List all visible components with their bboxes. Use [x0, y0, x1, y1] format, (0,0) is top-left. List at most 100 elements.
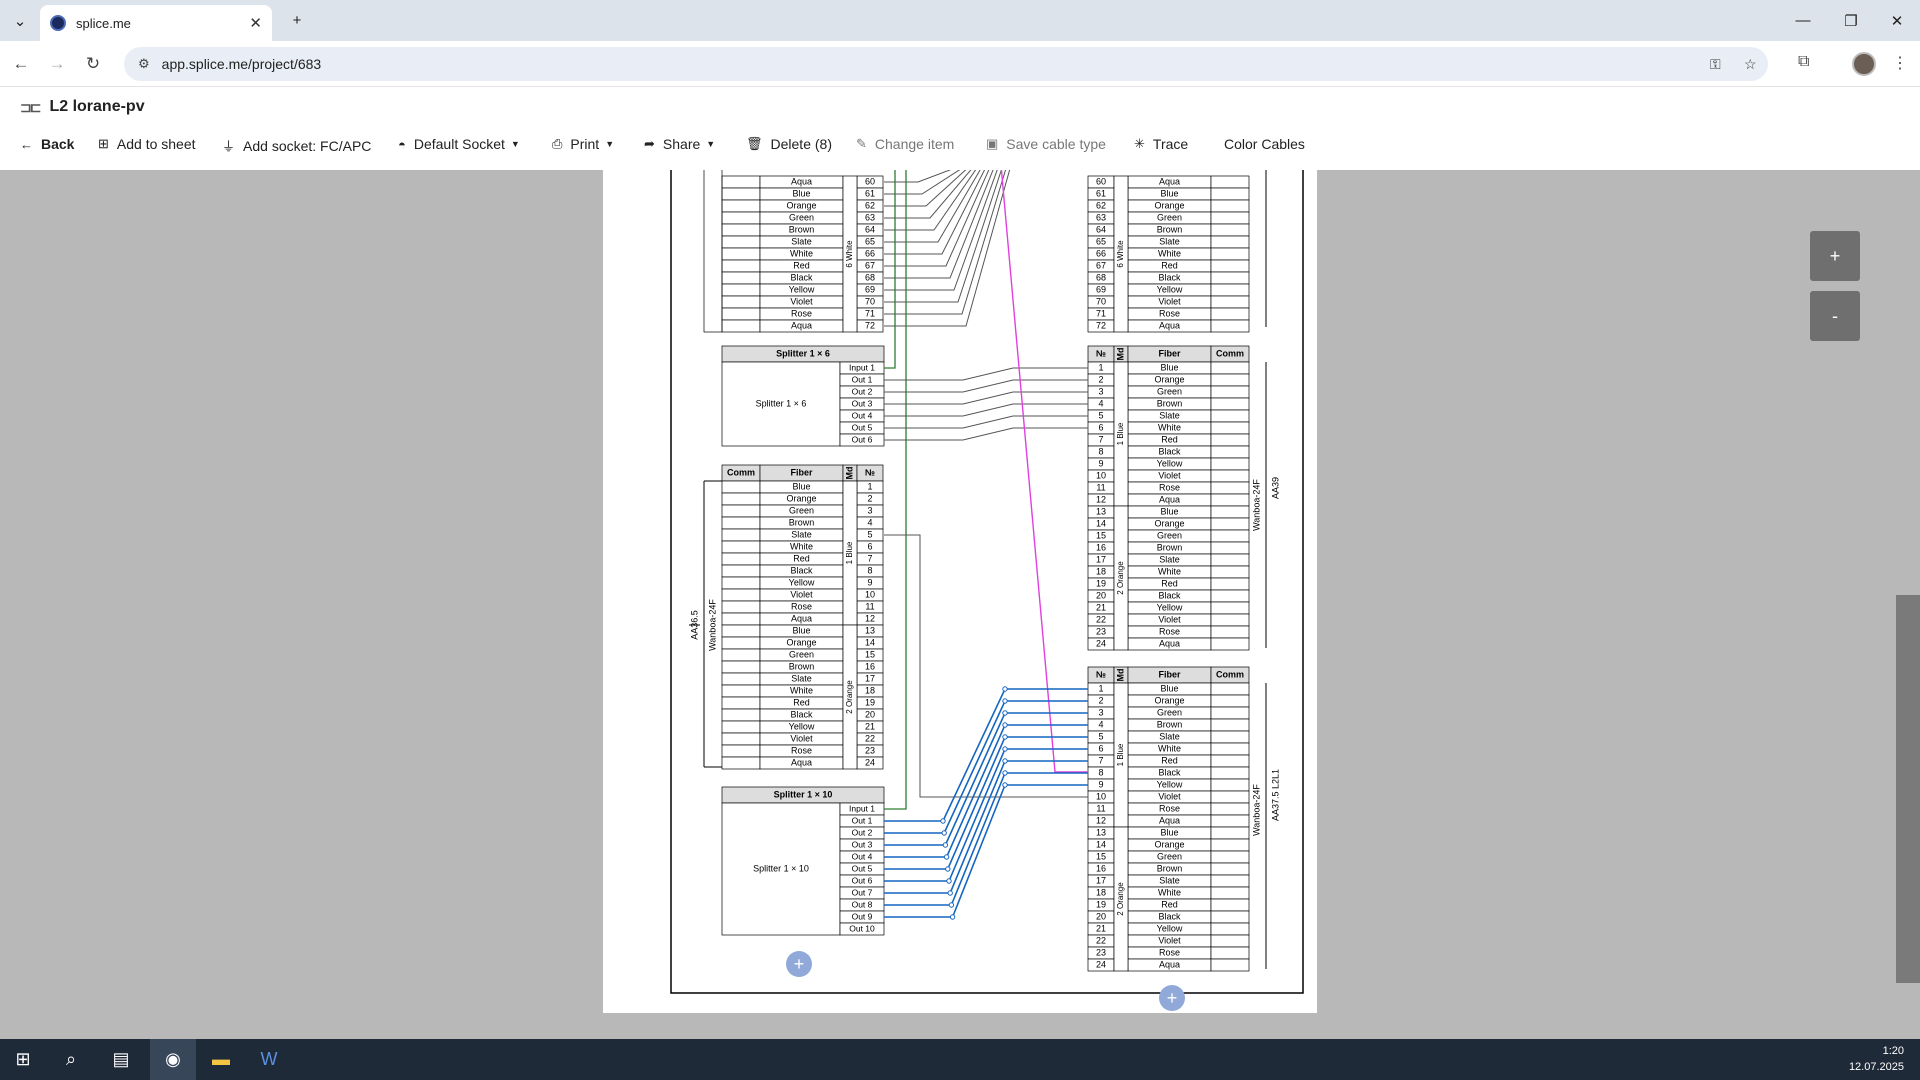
file-explorer-icon[interactable]: ▬ [198, 1039, 244, 1080]
cable-aa365-table-no-label: 22 [865, 733, 875, 743]
cable-aa365-table-fiber-label: Green [789, 649, 814, 659]
cable-aa375-table-no-label: 9 [1098, 779, 1103, 789]
vertical-scrollbar[interactable] [1896, 595, 1920, 983]
cable-aa375-table-no-label: 3 [1098, 707, 1103, 717]
cable-aa365-type: Wanboa-24F [707, 599, 717, 651]
minimize-icon[interactable]: — [1780, 0, 1826, 41]
forward-nav-icon[interactable]: → [42, 49, 72, 79]
cable-aa365-table-header-label: № [865, 467, 875, 477]
cable-aa39-table-fiber-label: Black [1158, 446, 1181, 456]
cable-aa365-table-no-label: 13 [865, 625, 875, 635]
cable-aa39-table-fiber-label: Blue [1160, 506, 1178, 516]
clock-date: 12.07.2025 [1848, 1061, 1904, 1073]
splitter-1x6-port-label: Input 1 [849, 362, 875, 372]
cable-aa39-table-comm-cell [1210, 613, 1250, 627]
back-button[interactable]: ← Back [20, 136, 74, 152]
cable-aa365-table-no-label: 23 [865, 745, 875, 755]
password-key-icon[interactable]: ⚿ [1710, 56, 1721, 73]
back-nav-icon[interactable]: ← [6, 49, 36, 79]
word-app-icon[interactable]: W [246, 1039, 292, 1080]
zoom-out-button[interactable]: - [1810, 291, 1860, 341]
splitter6-out-connection [884, 379, 1088, 393]
cable-aa39-table-no-label: 8 [1098, 446, 1103, 456]
cable-aa375-table-no-label: 24 [1096, 959, 1106, 969]
splitter6-out-connection [884, 415, 1088, 429]
cable-aa39-table-fiber-label: Yellow [1157, 458, 1183, 468]
cable-aa365-table-fiber-label: Black [790, 709, 813, 719]
splitter10-out-connection [884, 724, 1088, 858]
top-right-table-no-label: 72 [1096, 320, 1106, 330]
cable-aa39-table-no-label: 24 [1096, 638, 1106, 648]
url-bar[interactable]: ⚙ app.splice.me/project/683 ⚿ ☆ [124, 47, 1768, 81]
cable-aa39-table-comm-cell [1210, 577, 1250, 591]
cable-aa375-table-comm-cell [1210, 958, 1250, 972]
top-left-table-no-label: 68 [865, 272, 875, 282]
color-cables-button[interactable]: Color Cables [1224, 136, 1305, 152]
windows-start-icon[interactable]: ⊞ [0, 1039, 46, 1080]
cable-aa39-table-comm-cell [1210, 361, 1250, 375]
cable-aa375-table-no-label: 17 [1096, 875, 1106, 885]
top-right-table-comm-cell [1210, 175, 1250, 189]
splice-diagram[interactable]: Aqua 60Blue 61Orange 62Green 63Brown 64Slate 6… [603, 170, 1317, 1013]
reload-icon[interactable]: ↻ [78, 49, 108, 79]
top-right-table-no-label: 65 [1096, 236, 1106, 246]
top-left-table-comm-cell [721, 199, 761, 213]
cable-aa39-table-comm-cell [1210, 601, 1250, 615]
system-clock[interactable]: 1:20 12.07.2025 [1849, 1043, 1904, 1075]
bookmark-star-icon[interactable]: ☆ [1744, 56, 1757, 73]
browser-tab[interactable]: splice.me ✕ [40, 5, 272, 41]
top-right-table-fiber-label: Aqua [1159, 320, 1180, 330]
cable-aa365-table-header-label: Comm [727, 467, 755, 477]
share-dropdown[interactable]: ➦ Share ▼ [644, 136, 715, 152]
chrome-app-icon[interactable]: ◉ [150, 1039, 196, 1080]
top-fiber-connection [884, 170, 1011, 327]
cable-aa39-table-fiber-label: Violet [1158, 470, 1181, 480]
notepad-app-icon[interactable]: ▤ [98, 1039, 144, 1080]
close-window-icon[interactable]: ✕ [1874, 0, 1920, 41]
cable-aa39-table-comm-cell [1210, 385, 1250, 399]
diagram-workspace[interactable]: Aqua 60 Blue 61 Orange 62 Green 63 Brown 64 Slate 6… [0, 170, 1920, 1039]
extensions-icon[interactable]: ⧉ [1798, 53, 1809, 71]
cable-aa39-table-no-label: 19 [1096, 578, 1106, 588]
trace-button[interactable]: ✳ Trace [1134, 136, 1188, 152]
splitter-1x10-title: Splitter 1 × 10 [774, 789, 833, 799]
taskbar-search-icon[interactable]: ⌕ [48, 1039, 94, 1080]
cable-aa39-table-comm-cell [1210, 469, 1250, 483]
app-header: ⊐⊏ L2 lorane-pv ← Back ⊞ Add to sheet ⏚ Add… [0, 88, 1920, 170]
site-info-icon[interactable]: ⚙ [138, 56, 150, 72]
new-tab-icon[interactable]: + [274, 0, 320, 41]
top-right-table-comm-cell [1210, 307, 1250, 321]
save-cable-type-button[interactable]: ▣ Save cable type [986, 136, 1106, 152]
tab-search-icon[interactable]: ⌄ [0, 0, 40, 41]
change-item-button[interactable]: ✎ Change item [856, 136, 954, 152]
cable-aa365-table-comm-cell [721, 756, 761, 770]
top-left-table-no-label: 62 [865, 200, 875, 210]
cable-aa39-table-no-label: 2 [1098, 374, 1103, 384]
profile-avatar[interactable] [1852, 52, 1876, 76]
splitter-1x6-port-label: Out 1 [852, 374, 873, 384]
cable-aa39-table-no-label: 12 [1096, 494, 1106, 504]
top-right-table-no-label: 70 [1096, 296, 1106, 306]
add-to-sheet-button[interactable]: ⊞ Add to sheet [98, 136, 196, 152]
top-right-table-comm-cell [1210, 235, 1250, 249]
cable-aa39-table-no-label: 11 [1096, 482, 1105, 492]
top-left-table-no-label: 61 [865, 188, 875, 198]
delete-button[interactable]: 🗑 Delete (8) [746, 136, 832, 152]
restore-icon[interactable]: ❐ [1828, 0, 1874, 41]
zoom-in-button[interactable]: + [1810, 231, 1860, 281]
cable-aa375-table-no-label: 23 [1096, 947, 1106, 957]
add-socket-button[interactable]: ⏚ Add socket: FC/APC [222, 136, 371, 155]
cable-aa375-table-comm-cell [1210, 718, 1250, 732]
cable-aa375-table-comm-cell [1210, 814, 1250, 828]
cable-aa39-type: Wanboa-24F [1251, 479, 1261, 531]
top-right-table-fiber-label: Rose [1159, 308, 1180, 318]
tab-close-icon[interactable]: ✕ [249, 14, 262, 32]
print-dropdown[interactable]: ⎙ Print ▼ [552, 136, 614, 152]
splitter-1x10-port-label: Out 2 [852, 827, 873, 837]
cable-aa39-table-fiber-label: Orange [1154, 518, 1184, 528]
top-right-table-no-label: 69 [1096, 284, 1106, 294]
top-left-table-fiber-label: Orange [786, 200, 816, 210]
cable-aa39-table-comm-cell [1210, 481, 1250, 495]
default-socket-dropdown[interactable]: ◓ Default Socket ▼ [398, 136, 520, 152]
browser-menu-icon[interactable]: ⋮ [1892, 53, 1908, 73]
